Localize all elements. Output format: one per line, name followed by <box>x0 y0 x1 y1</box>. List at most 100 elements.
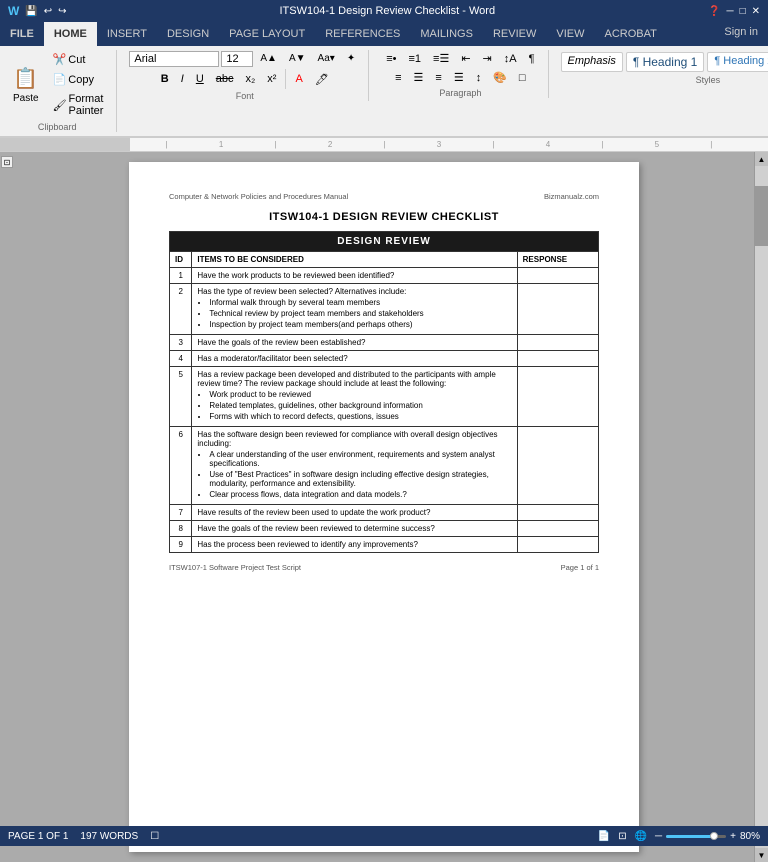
minimize-btn[interactable]: ─ <box>726 6 733 17</box>
ruler-mark: | <box>492 140 494 149</box>
clear-format-button[interactable]: ✦ <box>342 50 360 67</box>
col-header-items: ITEMS TO BE CONSIDERED <box>192 252 517 268</box>
style-heading1[interactable]: ¶ Heading 1 <box>626 52 705 72</box>
ruler-mark: 3 <box>437 140 441 149</box>
track-changes-icon: ☐ <box>150 831 159 842</box>
scroll-thumb[interactable] <box>755 186 768 246</box>
row-response-8[interactable] <box>517 521 598 537</box>
tab-review[interactable]: REVIEW <box>483 22 546 46</box>
justify-button[interactable]: ☰ <box>449 69 469 86</box>
cut-button[interactable]: ✂️ Cut <box>48 50 109 69</box>
increase-font-button[interactable]: A▲ <box>255 50 282 67</box>
format-painter-button[interactable]: 🖌 Format Painter <box>48 90 109 120</box>
decrease-indent-button[interactable]: ⇤ <box>456 50 475 67</box>
zoom-out-btn[interactable]: ─ <box>655 831 662 842</box>
change-case-button[interactable]: Aa▾ <box>313 50 340 67</box>
view-fullscreen-icon[interactable]: ⊡ <box>618 831 626 842</box>
zoom-in-btn[interactable]: + <box>730 831 736 842</box>
strikethrough-button[interactable]: abc <box>211 71 239 87</box>
scroll-up-btn[interactable]: ▲ <box>755 152 768 166</box>
style-heading2[interactable]: ¶ Heading 2 <box>707 52 768 72</box>
subscript-button[interactable]: x₂ <box>241 71 261 87</box>
page-footer: ITSW107-1 Software Project Test Script P… <box>169 563 599 572</box>
tab-mailings[interactable]: MAILINGS <box>410 22 483 46</box>
text-color-button[interactable]: A <box>290 71 307 87</box>
show-hide-button[interactable]: ¶ <box>524 51 540 67</box>
row-id-4: 4 <box>170 351 192 367</box>
borders-button[interactable]: □ <box>514 70 531 86</box>
paragraph-label: Paragraph <box>439 88 481 98</box>
superscript-button[interactable]: x² <box>262 71 281 87</box>
tab-home[interactable]: HOME <box>44 22 97 46</box>
tab-insert[interactable]: INSERT <box>97 22 157 46</box>
increase-indent-button[interactable]: ⇥ <box>478 50 497 67</box>
window-controls: ❓ ─ □ ✕ <box>708 6 760 17</box>
quick-redo[interactable]: ↪ <box>58 6 66 17</box>
quick-undo[interactable]: ↩ <box>44 6 52 17</box>
scroll-down-btn[interactable]: ▼ <box>755 848 768 862</box>
document-area[interactable]: Computer & Network Policies and Procedur… <box>14 152 754 862</box>
align-right-button[interactable]: ≡ <box>430 70 446 86</box>
copy-button[interactable]: 📄 Copy <box>48 70 109 89</box>
sign-in[interactable]: Sign in <box>714 22 768 46</box>
font-name-input[interactable] <box>129 51 219 67</box>
word-icon: W <box>8 4 19 18</box>
tab-page-layout[interactable]: PAGE LAYOUT <box>219 22 315 46</box>
multilevel-button[interactable]: ≡☰ <box>428 50 454 67</box>
tab-design[interactable]: DESIGN <box>157 22 219 46</box>
paste-button[interactable]: 📋 Paste <box>6 63 46 107</box>
bullets-button[interactable]: ≡• <box>381 51 401 67</box>
status-bar: PAGE 1 OF 1 197 WORDS ☐ 📄 ⊡ 🌐 ─ + 80% <box>0 826 768 846</box>
row-response-9[interactable] <box>517 537 598 553</box>
row-response-3[interactable] <box>517 335 598 351</box>
numbering-button[interactable]: ≡1 <box>403 51 426 67</box>
view-print-icon[interactable]: 📄 <box>598 831 610 842</box>
line-spacing-button[interactable]: ↕ <box>471 70 487 86</box>
row-response-6[interactable] <box>517 427 598 505</box>
sort-button[interactable]: ↕A <box>499 51 522 67</box>
shading-button[interactable]: 🎨 <box>488 69 512 86</box>
highlight-button[interactable]: 🖊 <box>310 71 334 88</box>
tab-references[interactable]: REFERENCES <box>315 22 410 46</box>
status-right: 📄 ⊡ 🌐 ─ + 80% <box>598 831 760 842</box>
scrollbar-area[interactable]: ▲ ▼ <box>754 152 768 862</box>
table-row: 2 Has the type of review been selected? … <box>170 284 599 335</box>
zoom-thumb[interactable] <box>710 832 718 840</box>
footer-left: ITSW107-1 Software Project Test Script <box>169 563 301 572</box>
tab-acrobat[interactable]: ACROBAT <box>594 22 666 46</box>
list-item: Forms with which to record defects, ques… <box>209 412 511 421</box>
quick-save[interactable]: 💾 <box>25 6 37 17</box>
tab-view[interactable]: VIEW <box>546 22 594 46</box>
underline-button[interactable]: U <box>191 71 209 87</box>
restore-btn[interactable]: □ <box>740 6 746 17</box>
help-icon[interactable]: ❓ <box>708 6 720 17</box>
table-row: 4 Has a moderator/facilitator been selec… <box>170 351 599 367</box>
list-item: A clear understanding of the user enviro… <box>209 450 511 468</box>
row-content-8: Have the goals of the review been review… <box>192 521 517 537</box>
layout-icon[interactable]: ⊡ <box>1 156 13 168</box>
table-row: 7 Have results of the review been used t… <box>170 505 599 521</box>
close-btn[interactable]: ✕ <box>752 6 760 17</box>
align-left-button[interactable]: ≡ <box>390 70 406 86</box>
font-size-input[interactable] <box>221 51 253 67</box>
view-web-icon[interactable]: 🌐 <box>635 831 647 842</box>
header-left: Computer & Network Policies and Procedur… <box>169 192 348 201</box>
zoom-bar: ─ + 80% <box>655 831 760 842</box>
decrease-font-button[interactable]: A▼ <box>284 50 311 67</box>
list-item: Work product to be reviewed <box>209 390 511 399</box>
clipboard-group: 📋 Paste ✂️ Cut 📄 Copy 🖌 Format Painter C… <box>6 50 117 132</box>
tab-file[interactable]: FILE <box>0 22 44 46</box>
left-margin-bar: ⊡ <box>0 152 14 862</box>
row-response-7[interactable] <box>517 505 598 521</box>
row-response-5[interactable] <box>517 367 598 427</box>
zoom-slider[interactable] <box>666 835 726 838</box>
row-response-1[interactable] <box>517 268 598 284</box>
table-main-header: DESIGN REVIEW <box>170 232 599 252</box>
row-response-2[interactable] <box>517 284 598 335</box>
footer-right: Page 1 of 1 <box>561 563 599 572</box>
italic-button[interactable]: I <box>176 71 189 87</box>
align-center-button[interactable]: ☰ <box>409 69 429 86</box>
row-response-4[interactable] <box>517 351 598 367</box>
style-emphasis[interactable]: Emphasis <box>561 52 623 72</box>
bold-button[interactable]: B <box>156 71 174 87</box>
